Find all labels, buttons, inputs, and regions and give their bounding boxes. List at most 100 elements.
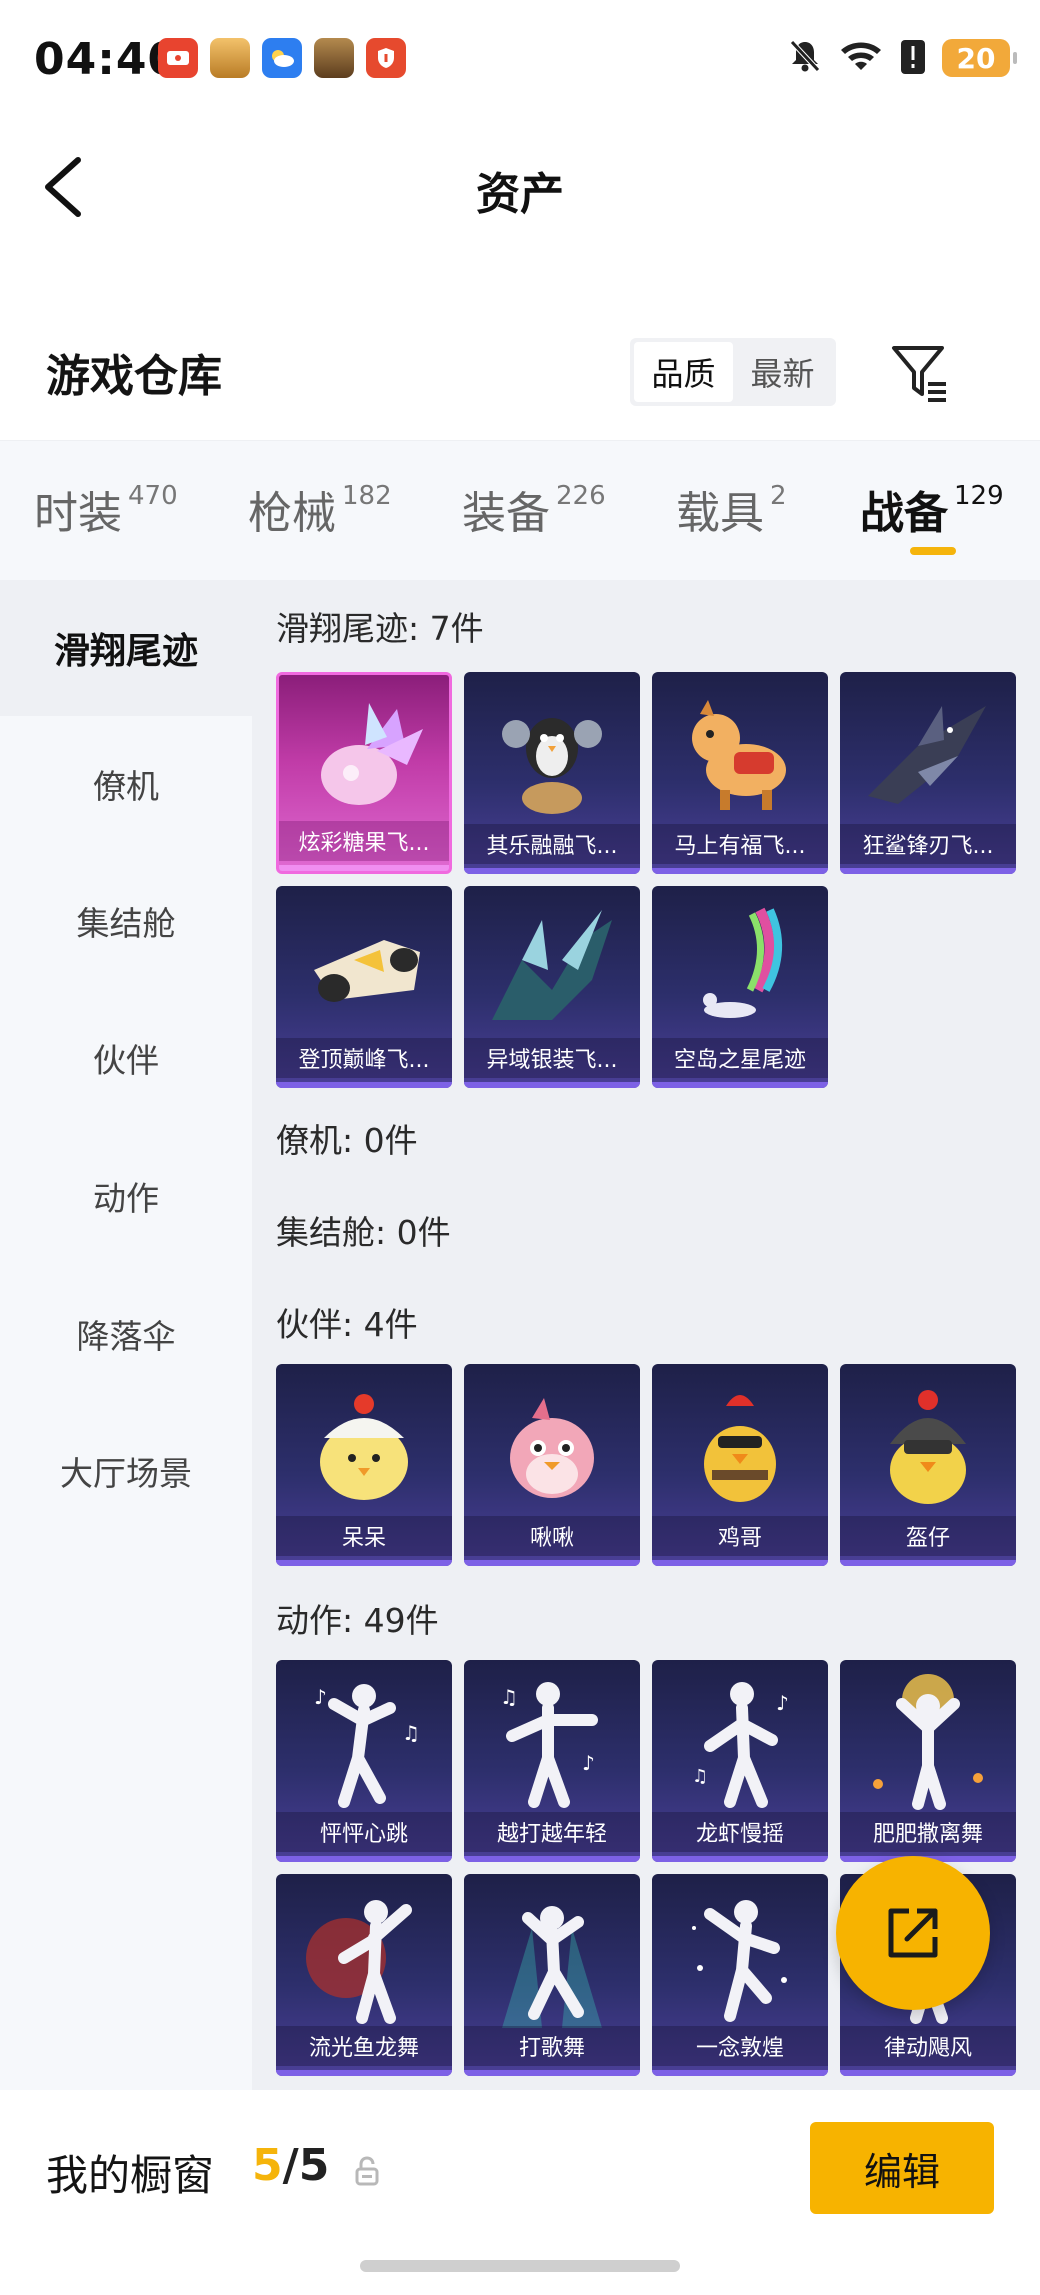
sort-quality-button[interactable]: 品质 [634,342,733,402]
quality-stripe [464,1560,640,1566]
shield-app-icon [366,38,406,78]
lock-icon [354,2156,380,2186]
item-card[interactable]: 肥肥撒离舞 [840,1660,1016,1862]
warehouse-header: 游戏仓库 品质 最新 [0,320,1040,440]
item-name: 啾啾 [464,1516,640,1556]
item-card[interactable]: 一念敦煌 [652,1874,828,2076]
item-name: 龙虾慢摇 [652,1812,828,1852]
dance-pose-icon [858,1674,998,1814]
item-card[interactable]: 空岛之星尾迹 [652,886,828,1088]
tab-label: 战备 [860,488,948,539]
app-header: 资产 [0,120,1040,250]
tab-battle-gear[interactable]: 战备 129 [860,477,1004,547]
item-card[interactable]: ♫ ♪ 越打越年轻 [464,1660,640,1862]
item-card[interactable]: 鸡哥 [652,1364,828,1566]
quality-stripe [464,1856,640,1862]
helmet-chick-icon [858,1378,998,1518]
sidebar-item-emote[interactable]: 动作 [0,1128,252,1264]
page-title: 资产 [476,169,564,220]
sidebar-item-parachute[interactable]: 降落伞 [0,1266,252,1402]
tab-label: 时装 [34,488,122,539]
quality-stripe [652,1856,828,1862]
share-fab-button[interactable] [836,1856,990,2010]
item-card[interactable]: ♪ ♫ 怦怦心跳 [276,1660,452,1862]
sidebar-item-wingman[interactable]: 僚机 [0,716,252,852]
dance-pose-icon [294,1888,434,2028]
item-name: 肥肥撒离舞 [840,1812,1016,1852]
bell-muted-icon [786,37,824,79]
quality-stripe [652,1560,828,1566]
item-card[interactable]: 打歌舞 [464,1874,640,2076]
tab-count: 182 [342,481,392,511]
quality-stripe [464,868,640,874]
showcase-bar: 我的橱窗 5/5 编辑 [0,2090,1040,2295]
candy-glider-icon [297,689,437,829]
quality-stripe [276,1560,452,1566]
sort-latest-button[interactable]: 最新 [733,342,832,402]
shark-glider-icon [858,686,998,826]
item-name: 一念敦煌 [652,2026,828,2066]
item-card[interactable]: ♪ ♫ 龙虾慢摇 [652,1660,828,1862]
video-app-icon [158,38,198,78]
item-card[interactable]: 狂鲨锋刃飞... [840,672,1016,874]
share-external-icon [888,1908,938,1958]
item-name: 登顶巅峰飞... [276,1038,452,1078]
wing-glider-icon [482,900,622,1040]
pink-bird-icon [482,1378,622,1518]
item-card[interactable]: 马上有福飞... [652,672,828,874]
sidebar-item-glider-trail[interactable]: 滑翔尾迹 [0,580,252,716]
item-name: 异域银装飞... [464,1038,640,1078]
notification-app-icons [158,38,406,78]
section-title-emote: 动作: 49件 [276,1601,439,1640]
filter-button[interactable] [886,338,956,408]
tab-weapons[interactable]: 枪械 182 [248,477,392,547]
filter-icon [892,346,946,402]
item-card[interactable]: 呆呆 [276,1364,452,1566]
section-title-rally-pod: 集结舱: 0件 [276,1213,451,1252]
item-name: 其乐融融飞... [464,824,640,864]
quality-stripe [652,2070,828,2076]
item-card[interactable]: 盔仔 [840,1364,1016,1566]
svg-text:♪: ♪ [776,1691,789,1715]
item-card[interactable]: 啾啾 [464,1364,640,1566]
item-name: 流光鱼龙舞 [276,2026,452,2066]
item-card[interactable]: 炫彩糖果飞... [276,672,452,874]
sidebar: 滑翔尾迹 僚机 集结舱 伙伴 动作 降落伞 大厅场景 [0,580,252,2090]
item-name: 空岛之星尾迹 [652,1038,828,1078]
chick-icon [294,1378,434,1518]
penguin-glider-icon [482,686,622,826]
category-tabs: 时装 470 枪械 182 装备 226 载具 2 战备 129 [0,440,1040,580]
item-card[interactable]: 异域银装飞... [464,886,640,1088]
item-card[interactable]: 其乐融融飞... [464,672,640,874]
quality-stripe [652,868,828,874]
sidebar-item-rally-pod[interactable]: 集结舱 [0,853,252,989]
dance-pose-icon: ♫ ♪ [482,1674,622,1814]
showcase-count: 5/5 [252,2140,329,2191]
status-bar: 04:40 20 [0,0,1040,120]
quality-stripe [276,2070,452,2076]
item-card[interactable]: 流光鱼龙舞 [276,1874,452,2076]
quality-stripe [840,2070,1016,2076]
svg-text:♪: ♪ [582,1751,595,1775]
item-name: 马上有福飞... [652,824,828,864]
edit-button[interactable]: 编辑 [810,2122,994,2214]
tab-count: 226 [556,481,606,511]
sidebar-item-lobby-scene[interactable]: 大厅场景 [0,1403,252,1539]
quality-stripe [840,868,1016,874]
horse-glider-icon [670,686,810,826]
item-card[interactable]: 登顶巅峰飞... [276,886,452,1088]
item-name: 狂鲨锋刃飞... [840,824,1016,864]
rooster-icon [670,1378,810,1518]
item-name: 律动飓风 [840,2026,1016,2066]
item-name: 炫彩糖果飞... [279,821,449,861]
showcase-max: 5 [298,2140,330,2191]
home-indicator[interactable] [360,2260,680,2272]
pubg-app-icon [314,38,354,78]
svg-text:♫: ♫ [692,1766,708,1787]
tab-equipment[interactable]: 装备 226 [462,477,606,547]
sidebar-item-companion[interactable]: 伙伴 [0,990,252,1126]
tab-fashion[interactable]: 时装 470 [34,477,178,547]
tab-vehicles[interactable]: 载具 2 [676,477,787,547]
svg-text:♪: ♪ [314,1685,327,1709]
showcase-separator: / [282,2140,299,2191]
